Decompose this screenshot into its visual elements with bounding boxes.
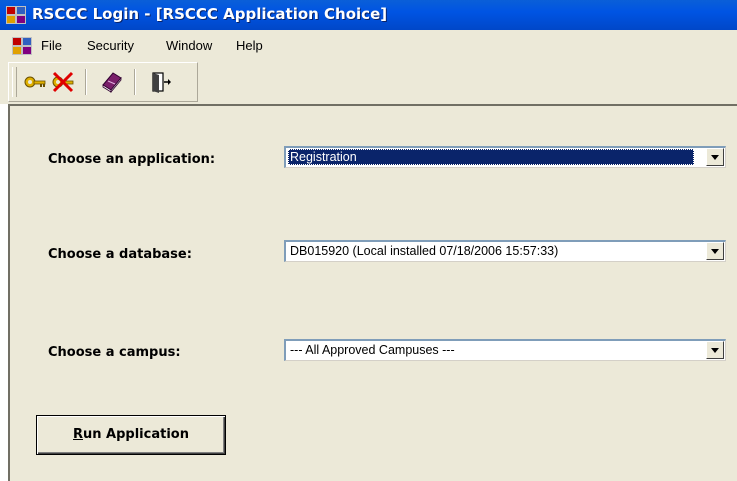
- document-icon[interactable]: [12, 37, 32, 55]
- database-select[interactable]: DB015920 (Local installed 07/18/2006 15:…: [284, 240, 726, 262]
- toolbar-separator: [134, 69, 136, 95]
- application-select[interactable]: Registration: [284, 146, 726, 168]
- key-icon[interactable]: [22, 69, 48, 95]
- chevron-down-icon: [711, 155, 719, 160]
- database-dropdown-button[interactable]: [706, 242, 724, 260]
- application-value: Registration: [288, 149, 694, 165]
- toolbar-separator: [85, 69, 87, 95]
- run-button-label: un Application: [83, 427, 189, 442]
- window-title: RSCCC Login - [RSCCC Application Choice]: [32, 5, 388, 23]
- run-button-mnemonic: R: [73, 427, 84, 442]
- no-key-icon[interactable]: [50, 69, 76, 95]
- campus-dropdown-button[interactable]: [706, 341, 724, 359]
- database-value: DB015920 (Local installed 07/18/2006 15:…: [290, 244, 559, 258]
- application-label: Choose an application:: [48, 152, 216, 167]
- campus-value: --- All Approved Campuses ---: [290, 343, 455, 357]
- campus-select[interactable]: --- All Approved Campuses ---: [284, 339, 726, 361]
- exit-door-icon[interactable]: [148, 69, 174, 95]
- title-bar[interactable]: RSCCC Login - [RSCCC Application Choice]: [0, 0, 737, 30]
- application-choice-panel: Choose an application: Registration Choo…: [8, 104, 737, 481]
- chevron-down-icon: [711, 348, 719, 353]
- run-application-button[interactable]: Run Application: [36, 415, 226, 455]
- app-icon[interactable]: [6, 6, 26, 24]
- menu-bar: File Security Window Help: [0, 30, 737, 62]
- database-label: Choose a database:: [48, 247, 192, 262]
- menu-file[interactable]: File: [41, 38, 62, 53]
- chevron-down-icon: [711, 249, 719, 254]
- campus-label: Choose a campus:: [48, 345, 181, 360]
- book-icon[interactable]: [99, 69, 125, 95]
- menu-window[interactable]: Window: [166, 38, 212, 53]
- menu-help[interactable]: Help: [236, 38, 263, 53]
- toolbar-grip[interactable]: [12, 67, 17, 97]
- application-dropdown-button[interactable]: [706, 148, 724, 166]
- menu-security[interactable]: Security: [87, 38, 134, 53]
- toolbar: [8, 62, 198, 102]
